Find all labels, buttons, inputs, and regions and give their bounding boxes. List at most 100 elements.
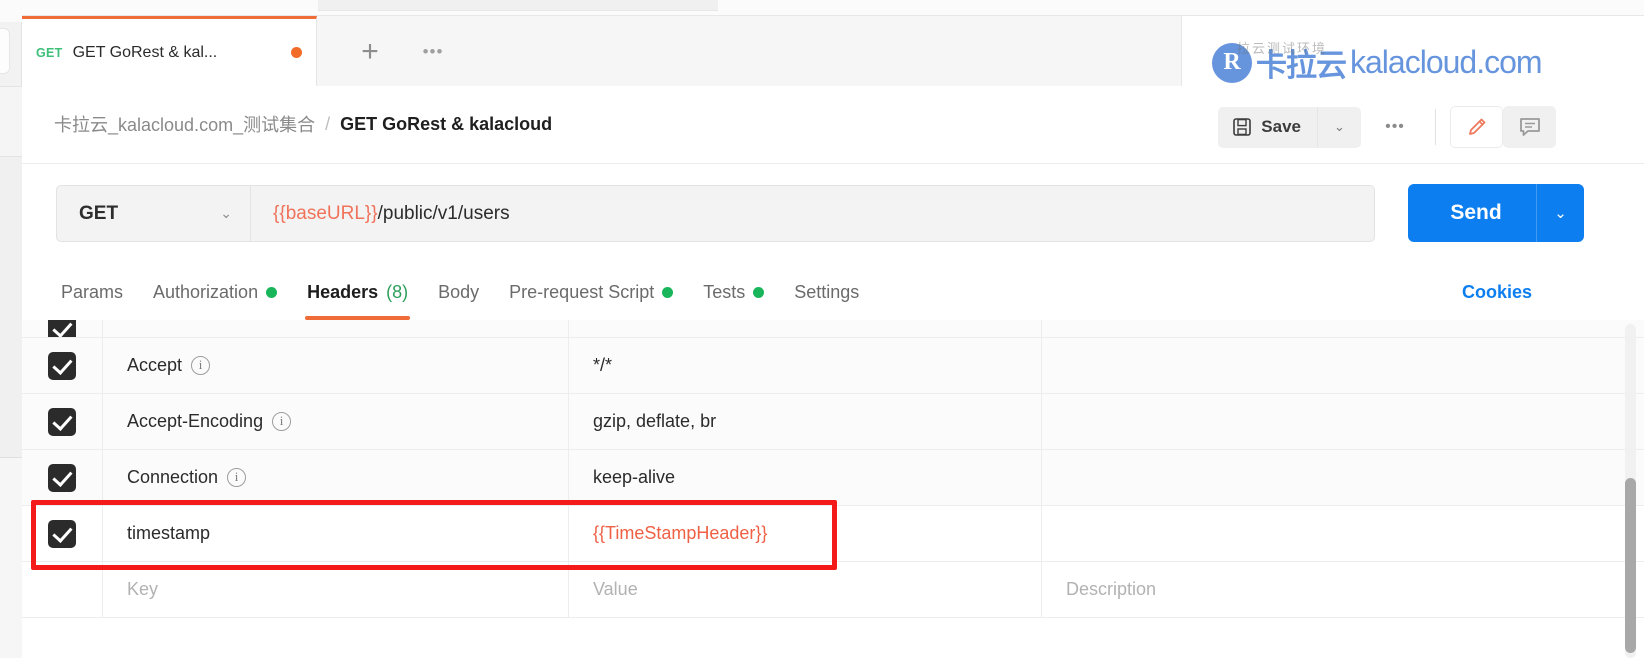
header-key-cell[interactable]: Connection i: [103, 450, 569, 505]
header-key-text: Connection: [127, 467, 218, 488]
tab-pre-request-script-label: Pre-request Script: [509, 282, 654, 303]
info-icon[interactable]: i: [272, 412, 291, 431]
table-row-timestamp[interactable]: timestamp {{TimeStampHeader}}: [22, 506, 1644, 562]
comment-icon: [1517, 114, 1543, 140]
tab-gorest-kalacloud[interactable]: GET GET GoRest & kal...: [22, 16, 317, 86]
header-enabled-checkbox-empty[interactable]: [22, 562, 103, 617]
header-enabled-checkbox[interactable]: [22, 394, 103, 449]
header-value-cell[interactable]: {{TimeStampHeader}}: [569, 506, 1042, 561]
table-row[interactable]: Connection i keep-alive: [22, 450, 1644, 506]
header-value-cell[interactable]: [569, 320, 1042, 337]
save-button-label: Save: [1261, 117, 1301, 137]
table-scrollbar-thumb[interactable]: [1625, 478, 1636, 653]
left-sidebar-rail[interactable]: [0, 0, 22, 658]
table-row-empty[interactable]: Key Value Description: [22, 562, 1644, 618]
info-icon[interactable]: i: [191, 356, 210, 375]
tab-settings-label: Settings: [794, 282, 859, 303]
header-value-input[interactable]: Value: [569, 562, 1042, 617]
cookies-link[interactable]: Cookies: [1462, 264, 1532, 320]
rail-top-segment: [0, 0, 22, 22]
header-key-input[interactable]: Key: [103, 562, 569, 617]
http-method-label: GET: [79, 203, 118, 225]
breadcrumb-separator: /: [325, 114, 330, 135]
authorization-status-dot: [266, 287, 277, 298]
breadcrumb-collection[interactable]: 卡拉云_kalacloud.com_测试集合: [54, 111, 315, 137]
tab-headers-label: Headers: [307, 282, 378, 303]
tab-headers[interactable]: Headers (8): [292, 264, 423, 320]
pencil-icon: [1464, 114, 1490, 140]
comments-button[interactable]: [1503, 106, 1556, 148]
header-value-variable-token: {{TimeStampHeader}}: [593, 523, 767, 544]
header-key-text: timestamp: [127, 523, 210, 544]
header-enabled-checkbox[interactable]: [22, 450, 103, 505]
tab-pre-request-script[interactable]: Pre-request Script: [494, 264, 688, 320]
checkbox-checked-icon: [48, 520, 76, 548]
header-value-text: gzip, deflate, br: [593, 411, 716, 432]
breadcrumb-request-name: GET GoRest & kalacloud: [340, 114, 552, 135]
new-tab-icon[interactable]: +: [344, 34, 396, 70]
header-key-cell[interactable]: Accept i: [103, 338, 569, 393]
header-key-text: Accept-Encoding: [127, 411, 263, 432]
checkbox-checked-icon: [48, 320, 76, 338]
rail-segment-3: [0, 157, 22, 457]
watermark-overlay-noise: 拉云测试环境: [1237, 38, 1427, 58]
tab-body-label: Body: [438, 282, 479, 303]
request-section-tabs: Params Authorization Headers (8) Body Pr…: [22, 264, 1644, 320]
header-key-cell[interactable]: Accept-Encoding i: [103, 394, 569, 449]
tab-options-icon[interactable]: •••: [408, 34, 458, 70]
url-input[interactable]: {{baseURL}}/public/v1/users: [250, 185, 1375, 242]
request-tab-bar: GET GET GoRest & kal... + ••• R 卡拉云 kala…: [22, 16, 1644, 86]
rail-segment-4: [0, 458, 22, 658]
send-options-caret-icon[interactable]: ⌄: [1536, 184, 1584, 242]
header-value-cell[interactable]: keep-alive: [569, 450, 1042, 505]
header-enabled-checkbox[interactable]: [22, 338, 103, 393]
header-value-text: */*: [593, 355, 612, 376]
save-options-caret-icon[interactable]: ⌄: [1317, 107, 1361, 148]
tab-params-label: Params: [61, 282, 123, 303]
header-description-cell[interactable]: [1042, 450, 1644, 505]
header-key-cell[interactable]: [103, 320, 569, 337]
http-method-selector[interactable]: GET ⌄: [56, 185, 250, 242]
request-more-options-icon[interactable]: •••: [1369, 107, 1421, 148]
header-value-cell[interactable]: gzip, deflate, br: [569, 394, 1042, 449]
rail-collapsed-panel[interactable]: [0, 28, 10, 74]
header-value-placeholder: Value: [593, 579, 638, 600]
header-enabled-checkbox[interactable]: [22, 320, 103, 337]
checkbox-checked-icon: [48, 352, 76, 380]
url-variable-token: {{baseURL}}: [273, 203, 378, 225]
header-description-cell[interactable]: [1042, 320, 1644, 337]
header-description-input[interactable]: Description: [1042, 562, 1644, 617]
send-button[interactable]: Send: [1408, 201, 1536, 225]
table-row[interactable]: Accept i */*: [22, 338, 1644, 394]
tab-tests[interactable]: Tests: [688, 264, 779, 320]
tab-authorization[interactable]: Authorization: [138, 264, 292, 320]
checkbox-checked-icon: [48, 408, 76, 436]
header-description-cell[interactable]: [1042, 506, 1644, 561]
breadcrumb-bar: 卡拉云_kalacloud.com_测试集合 / GET GoRest & ka…: [22, 86, 1644, 164]
tab-tests-label: Tests: [703, 282, 745, 303]
tab-settings[interactable]: Settings: [779, 264, 874, 320]
header-description-cell[interactable]: [1042, 394, 1644, 449]
info-icon[interactable]: i: [227, 468, 246, 487]
toolbar-divider: [1435, 109, 1436, 145]
save-button[interactable]: Save: [1218, 107, 1317, 148]
tab-params[interactable]: Params: [46, 264, 138, 320]
window-top-strip: [22, 0, 1644, 16]
header-enabled-checkbox[interactable]: [22, 506, 103, 561]
tab-body[interactable]: Body: [423, 264, 494, 320]
headers-count-badge: (8): [386, 282, 408, 303]
table-row[interactable]: Accept-Encoding i gzip, deflate, br: [22, 394, 1644, 450]
headers-table: Accept i */* Accept-Encoding i gzip, def…: [22, 320, 1644, 658]
checkbox-checked-icon: [48, 464, 76, 492]
breadcrumb-actions: Save ⌄ •••: [1218, 106, 1556, 148]
request-url-row: GET ⌄ {{baseURL}}/public/v1/users Send ⌄: [22, 164, 1644, 264]
edit-request-button[interactable]: [1450, 106, 1503, 148]
top-strip-ghost-element: [318, 0, 718, 11]
send-button-group: Send ⌄: [1408, 184, 1584, 242]
header-description-cell[interactable]: [1042, 338, 1644, 393]
header-key-cell[interactable]: timestamp: [103, 506, 569, 561]
table-row[interactable]: [22, 320, 1644, 338]
header-value-cell[interactable]: */*: [569, 338, 1042, 393]
pre-request-script-status-dot: [662, 287, 673, 298]
unsaved-changes-dot: [291, 47, 302, 58]
